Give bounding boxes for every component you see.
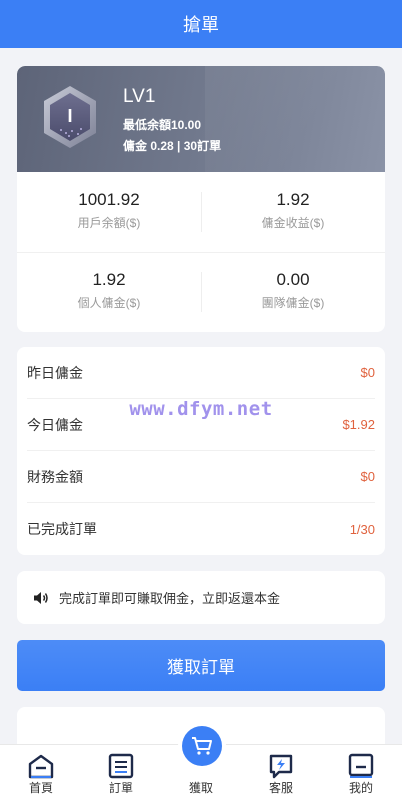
stat-label: 個人傭金($)	[77, 296, 141, 310]
summary-value: $0	[360, 469, 375, 484]
stat-label: 用戶余額($)	[77, 216, 141, 230]
commission-info-text: 傭金 0.28 | 30訂單	[123, 139, 222, 153]
stat-value: 1001.92	[78, 190, 140, 209]
min-balance-text: 最低余額10.00	[123, 118, 202, 132]
stat-personal-commission: 1.92 個人傭金($)	[17, 252, 201, 332]
tab-label: 獲取	[188, 781, 213, 795]
list-item: 昨日傭金 $0	[27, 347, 375, 399]
notice-bar: 完成訂單即可賺取佣金，立即返還本金	[17, 571, 385, 624]
stats-grid: 1001.92 用戶余額($) 1.92 傭金收益($) 1.92 個人傭金($…	[17, 172, 385, 332]
stat-commission-earnings: 1.92 傭金收益($)	[201, 172, 385, 252]
page-header: 搶單	[0, 0, 402, 48]
tab-label: 首頁	[28, 781, 53, 795]
summary-value: $0	[360, 365, 375, 380]
tab-label: 我的	[348, 781, 373, 795]
stat-value: 0.00	[276, 270, 310, 289]
divider	[17, 252, 385, 253]
list-item: 已完成訂單 1/30	[27, 503, 375, 555]
divider	[201, 272, 202, 312]
level-banner: I LV1 最低余額10.00 傭金 0.28 | 30訂單	[17, 66, 385, 172]
stat-value: 1.92	[276, 190, 310, 209]
stat-label: 傭金收益($)	[261, 216, 325, 230]
summary-list: 昨日傭金 $0 今日傭金 $1.92 財務金額 $0 已完成訂單 1/30	[17, 347, 385, 555]
badge-level-text: I	[67, 106, 72, 126]
speaker-icon	[34, 591, 48, 604]
level-title: LV1	[123, 86, 156, 107]
level-card: I LV1 最低余額10.00 傭金 0.28 | 30訂單 1001.92 用…	[17, 66, 385, 332]
orders-icon	[108, 753, 134, 779]
divider	[201, 192, 202, 232]
profile-icon	[348, 753, 374, 778]
tab-label: 客服	[268, 781, 293, 795]
stat-team-commission: 0.00 團隊傭金($)	[201, 252, 385, 332]
list-item: 財務金額 $0	[27, 451, 375, 503]
tab-profile[interactable]: 我的	[321, 745, 401, 798]
service-icon	[269, 754, 293, 779]
level-badge-icon: I	[44, 86, 96, 148]
stat-label: 團隊傭金($)	[261, 296, 325, 310]
tab-label: 訂單	[108, 781, 133, 795]
summary-label: 昨日傭金	[27, 364, 83, 381]
summary-value: 1/30	[349, 521, 375, 537]
page-title: 搶單	[183, 15, 219, 35]
tab-home[interactable]: 首頁	[1, 745, 81, 798]
stat-value: 1.92	[92, 270, 126, 289]
tab-orders[interactable]: 訂單	[81, 745, 161, 798]
home-icon	[28, 754, 54, 779]
cart-icon	[192, 737, 212, 755]
notice-text: 完成訂單即可賺取佣金，立即返還本金	[59, 591, 281, 606]
watermark: www.dfym.net	[129, 398, 273, 420]
tab-service[interactable]: 客服	[241, 745, 321, 798]
stat-user-balance: 1001.92 用戶余額($)	[17, 172, 201, 252]
summary-label: 財務金額	[27, 468, 83, 485]
grab-center-button[interactable]	[182, 726, 222, 766]
summary-label: 已完成訂單	[27, 521, 97, 537]
grab-order-button[interactable]: 獲取訂單	[17, 640, 385, 691]
